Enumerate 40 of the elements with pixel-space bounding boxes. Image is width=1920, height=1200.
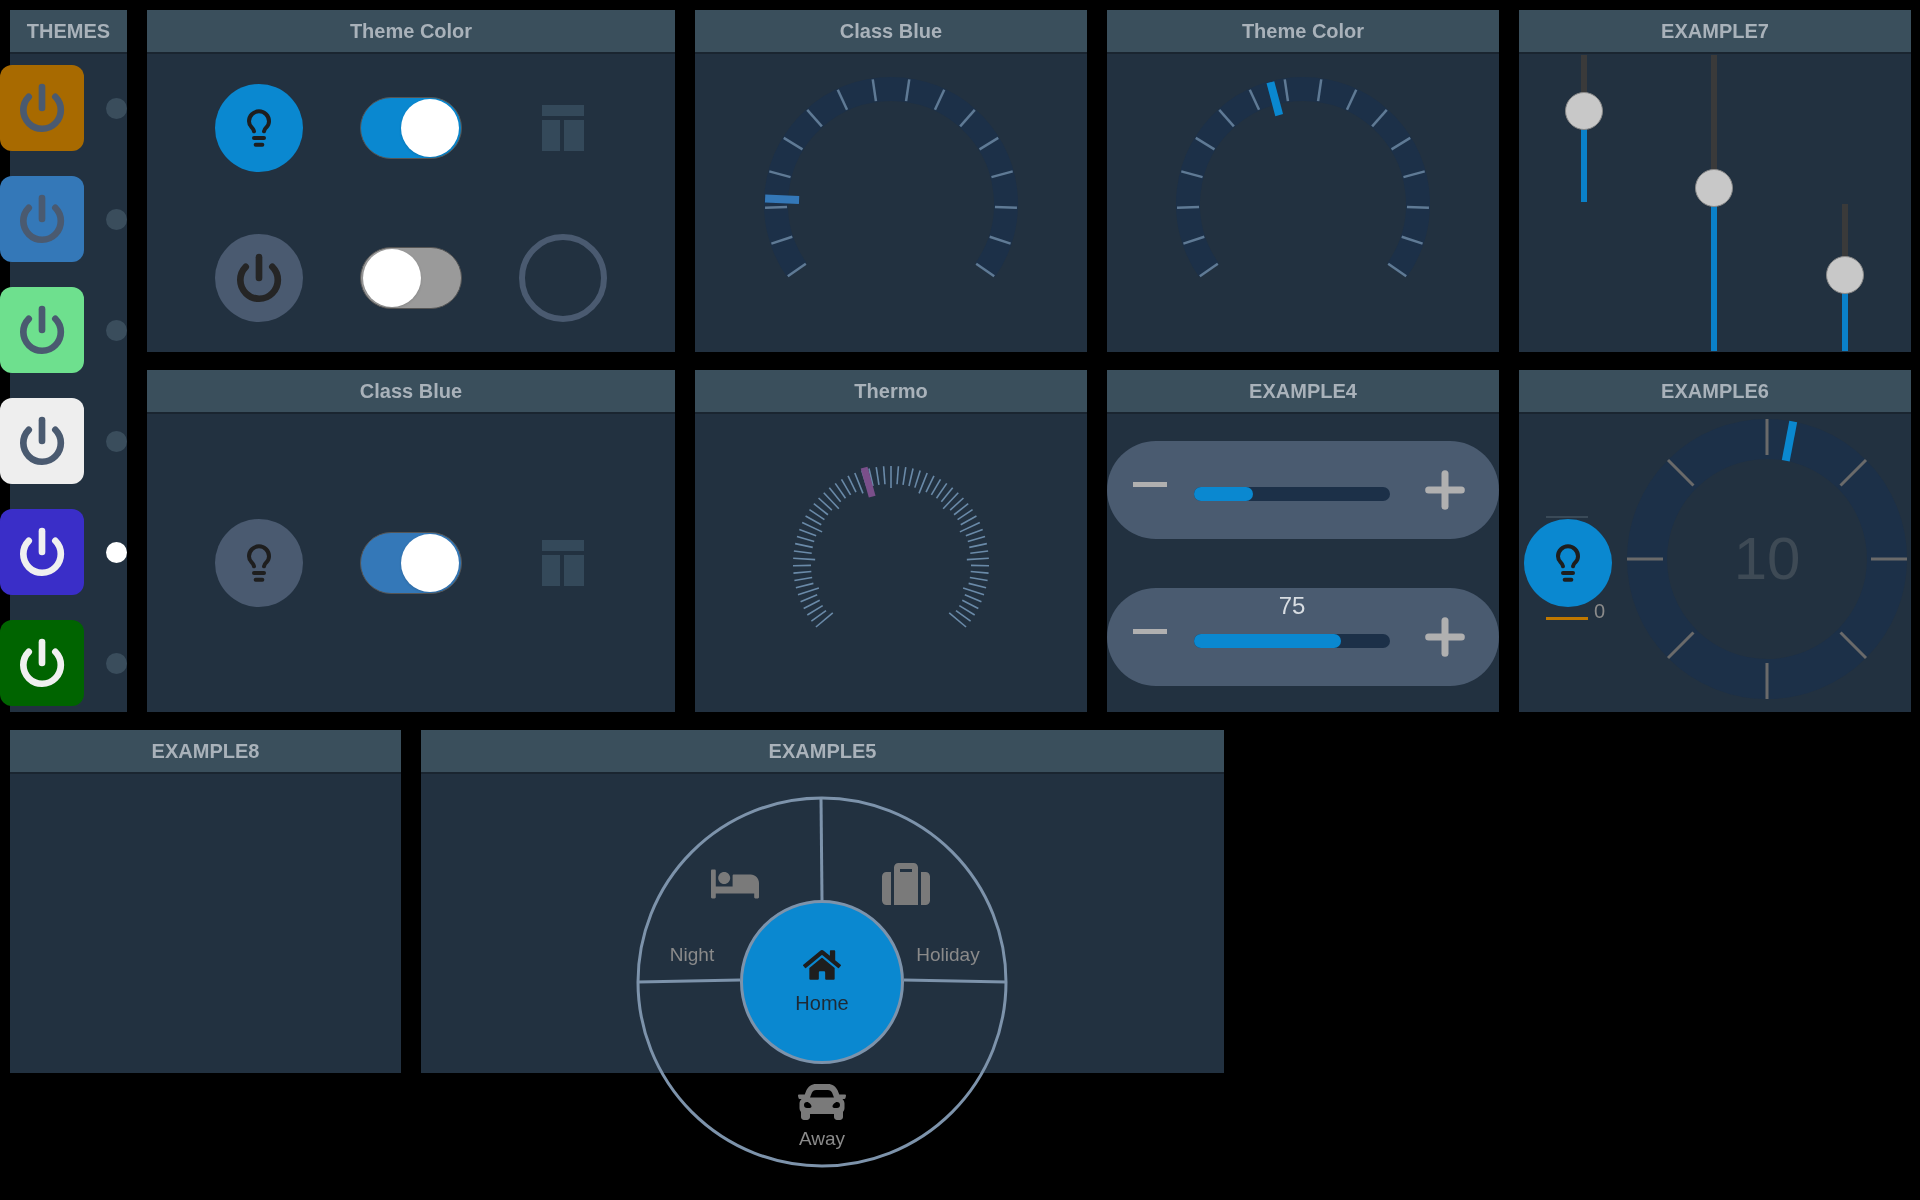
- home-button[interactable]: Home: [740, 900, 904, 1064]
- panel-title: Theme Color: [349, 19, 473, 44]
- panel-title: Thermo: [854, 379, 928, 404]
- theme-swatch-button[interactable]: [0, 287, 85, 373]
- minus-button[interactable]: [1133, 628, 1167, 634]
- slider-reading: 0: [1594, 599, 1606, 624]
- ring-button[interactable]: [519, 234, 607, 322]
- minus-icon: [1133, 481, 1167, 487]
- stepper-track[interactable]: [1194, 487, 1390, 501]
- stepper-value: 75: [1278, 591, 1306, 621]
- theme-swatch-button[interactable]: [0, 398, 85, 484]
- theme-swatch-button[interactable]: [0, 176, 85, 262]
- vertical-slider[interactable]: [1564, 55, 1604, 202]
- vertical-slider[interactable]: [1694, 55, 1734, 351]
- suitcase-icon[interactable]: [882, 860, 930, 908]
- menu-item[interactable]: Away: [798, 1124, 846, 1154]
- panel-title: EXAMPLE7: [1661, 19, 1769, 44]
- panel-title: EXAMPLE8: [151, 739, 260, 764]
- menu-item[interactable]: Holiday: [916, 940, 980, 970]
- panel-title: THEMES: [26, 19, 111, 44]
- theme-swatch-button[interactable]: [0, 65, 85, 151]
- panel-title: EXAMPLE5: [768, 739, 877, 764]
- slider-thumb[interactable]: [1826, 255, 1864, 294]
- menu-item[interactable]: Night: [669, 940, 715, 970]
- minus-button[interactable]: [1133, 481, 1167, 487]
- theme-swatch-button[interactable]: [0, 620, 85, 706]
- stepper-track[interactable]: [1194, 634, 1390, 648]
- panel-title: Class Blue: [359, 379, 463, 404]
- panel-title: Theme Color: [1241, 19, 1365, 44]
- slider-thumb[interactable]: [1695, 169, 1733, 208]
- minus-icon: [1133, 628, 1167, 634]
- vertical-slider[interactable]: [1825, 204, 1865, 351]
- theme-swatch-button[interactable]: [0, 509, 85, 595]
- panel-title: Class Blue: [839, 19, 943, 44]
- layout-icon: [542, 105, 584, 151]
- slider-thumb[interactable]: [1565, 91, 1603, 130]
- panel-title: EXAMPLE6: [1661, 379, 1769, 404]
- panel-title: EXAMPLE4: [1249, 379, 1357, 404]
- power-icon: [234, 253, 284, 303]
- layout-icon: [542, 540, 584, 586]
